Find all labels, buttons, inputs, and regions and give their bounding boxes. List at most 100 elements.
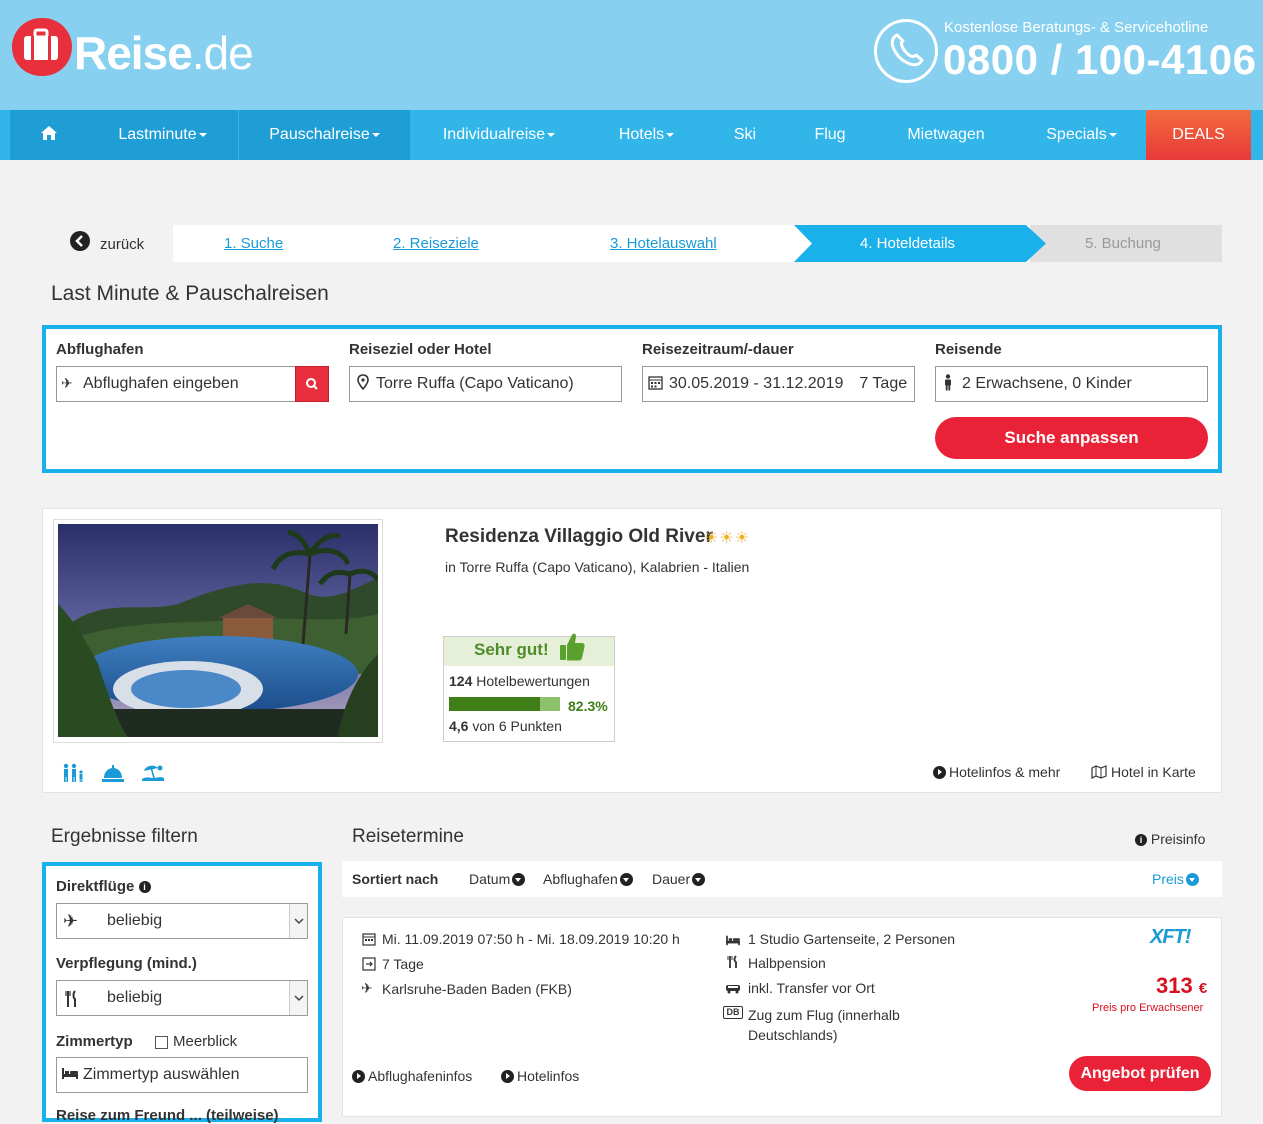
nav-pauschalreise[interactable]: Pauschalreise [239, 110, 410, 160]
map-pin-icon [357, 374, 369, 393]
offer-duration: 7 Tage [382, 956, 424, 972]
adjust-search-button[interactable]: Suche anpassen [935, 417, 1208, 459]
nav-flug[interactable]: Flug [785, 110, 875, 160]
hotel-stars-icon: ☀☀☀ [704, 530, 751, 547]
step-hoteldetails: 4. Hoteldetails [860, 235, 956, 252]
hotel-infos-link[interactable]: Hotelinfos & mehr [933, 764, 1060, 780]
period-input[interactable]: 30.05.2019 - 31.12.2019 7 Tage [642, 366, 915, 402]
chevron-down-icon [1185, 873, 1199, 886]
chevron-down-icon [289, 981, 307, 1015]
destination-label: Reiseziel oder Hotel [349, 341, 492, 358]
step-hotelauswahl[interactable]: 3. Hotelauswahl [610, 225, 717, 262]
nav-home[interactable] [10, 110, 87, 160]
travellers-input[interactable]: 2 Erwachsene, 0 Kinder [935, 366, 1208, 402]
reception-bell-icon[interactable] [101, 762, 125, 784]
rating-points: 4,6 von 6 Punkten [449, 718, 562, 734]
chevron-down-icon [512, 873, 526, 886]
cutlery-icon [65, 981, 79, 1028]
hotel-name: Residenza Villaggio Old River [445, 526, 713, 547]
next-filter-label: Reise zum Freund ... (teilweise) [56, 1107, 279, 1124]
calendar-icon [648, 375, 663, 393]
board-select[interactable]: beliebig [56, 980, 308, 1016]
offer-dates: Mi. 11.09.2019 07:50 h - Mi. 18.09.2019 … [382, 931, 680, 947]
chevron-right-icon [352, 1070, 365, 1083]
sort-duration[interactable]: Dauer [652, 871, 706, 887]
hotline-label: Kostenlose Beratungs- & Servicehotline [944, 19, 1209, 36]
offer-board: Halbpension [748, 955, 826, 971]
offer-train: Zug zum Flug (innerhalb Deutschlands) [748, 1007, 900, 1043]
hotel-image[interactable] [58, 524, 378, 737]
search-section-title: Last Minute & Pauschalreisen [51, 282, 329, 305]
family-icon[interactable] [61, 762, 85, 784]
nav-deals[interactable]: DEALS [1146, 110, 1251, 160]
hotline-number[interactable]: 0800 / 100-4106 [943, 36, 1256, 84]
plane-icon: ✈ [61, 375, 73, 391]
hotel-map-link[interactable]: Hotel in Karte [1091, 764, 1196, 780]
departure-search-button[interactable] [295, 366, 329, 402]
hotel-location: in Torre Ruffa (Capo Vaticano), Kalabrie… [445, 559, 750, 575]
operator-logo: XFT! [1150, 926, 1191, 948]
filter-title: Ergebnisse filtern [51, 826, 198, 847]
destination-input[interactable]: Torre Ruffa (Capo Vaticano) [349, 366, 622, 402]
check-offer-button[interactable]: Angebot prüfen [1069, 1056, 1211, 1091]
airport-info-link[interactable]: Abflughafeninfos [352, 1068, 472, 1084]
search-icon [306, 378, 318, 390]
room-type-input[interactable]: Zimmertyp auswählen [56, 1057, 308, 1093]
offer-room: 1 Studio Gartenseite, 2 Personen [748, 931, 956, 947]
step-reiseziele[interactable]: 2. Reiseziele [393, 225, 479, 262]
info-icon: i [138, 881, 151, 893]
train-db-icon: DB [723, 1006, 743, 1019]
board-label: Verpflegung (mind.) [56, 955, 197, 972]
hotel-info-link[interactable]: Hotelinfos [501, 1068, 579, 1084]
step-suche[interactable]: 1. Suche [224, 225, 283, 262]
seaview-checkbox[interactable] [155, 1036, 168, 1049]
chevron-right-icon [501, 1070, 514, 1083]
chevron-right-icon [933, 766, 946, 779]
seaview-label: Meerblick [173, 1033, 238, 1050]
departure-input[interactable]: Abflughafen eingeben [56, 366, 296, 402]
calendar-icon [362, 932, 376, 949]
nav-lastminute[interactable]: Lastminute [87, 110, 238, 160]
map-icon [1091, 764, 1111, 780]
site-logo[interactable]: Reise.de [74, 27, 254, 79]
bed-icon [61, 1066, 79, 1083]
nav-hotels[interactable]: Hotels [588, 110, 705, 160]
sort-label: Sortiert nach [352, 871, 439, 887]
recommend-bar-fill [449, 697, 541, 711]
nav-mietwagen[interactable]: Mietwagen [875, 110, 1017, 160]
plane-icon: ✈ [361, 980, 373, 996]
beach-icon[interactable] [141, 762, 165, 784]
travellers-label: Reisende [935, 341, 1002, 358]
rating-word: Sehr gut! [474, 640, 549, 659]
nav-individualreise[interactable]: Individualreise [410, 110, 588, 160]
back-link[interactable]: zurück [100, 236, 144, 253]
chevron-down-icon [692, 873, 706, 886]
back-arrow-icon[interactable] [70, 231, 90, 251]
departure-label: Abflughafen [56, 341, 144, 358]
period-duration: 7 Tage [859, 375, 908, 392]
sort-date[interactable]: Datum [469, 871, 526, 887]
recommend-percent: 82.3% [568, 698, 608, 714]
phone-icon [874, 19, 938, 83]
bus-icon [725, 981, 741, 997]
chevron-down-icon [619, 873, 633, 886]
room-type-label: Zimmertyp [56, 1033, 133, 1050]
nav-specials[interactable]: Specials [1017, 110, 1146, 160]
nav-ski[interactable]: Ski [705, 110, 785, 160]
sort-price[interactable]: Preis [1152, 871, 1199, 887]
price-info-link[interactable]: i Preisinfo [1135, 831, 1205, 847]
period-label: Reisezeitraum/-dauer [642, 341, 794, 358]
direct-flights-label: Direktflüge i [56, 878, 151, 895]
offer-transfer: inkl. Transfer vor Ort [748, 980, 875, 996]
step-buchung: 5. Buchung [1085, 235, 1161, 252]
suitcase-logo-icon[interactable] [12, 18, 72, 76]
period-dates: 30.05.2019 - 31.12.2019 [669, 375, 844, 392]
sort-airport[interactable]: Abflughafen [543, 871, 633, 887]
cutlery-icon [727, 955, 739, 972]
thumbs-up-icon [558, 632, 586, 662]
plane-icon: ✈ [63, 911, 79, 931]
offer-airport: Karlsruhe-Baden Baden (FKB) [382, 981, 572, 997]
info-icon: i [1135, 834, 1147, 846]
offer-price: 313 € [1156, 973, 1208, 998]
direct-flights-select[interactable]: ✈ beliebig [56, 903, 308, 939]
